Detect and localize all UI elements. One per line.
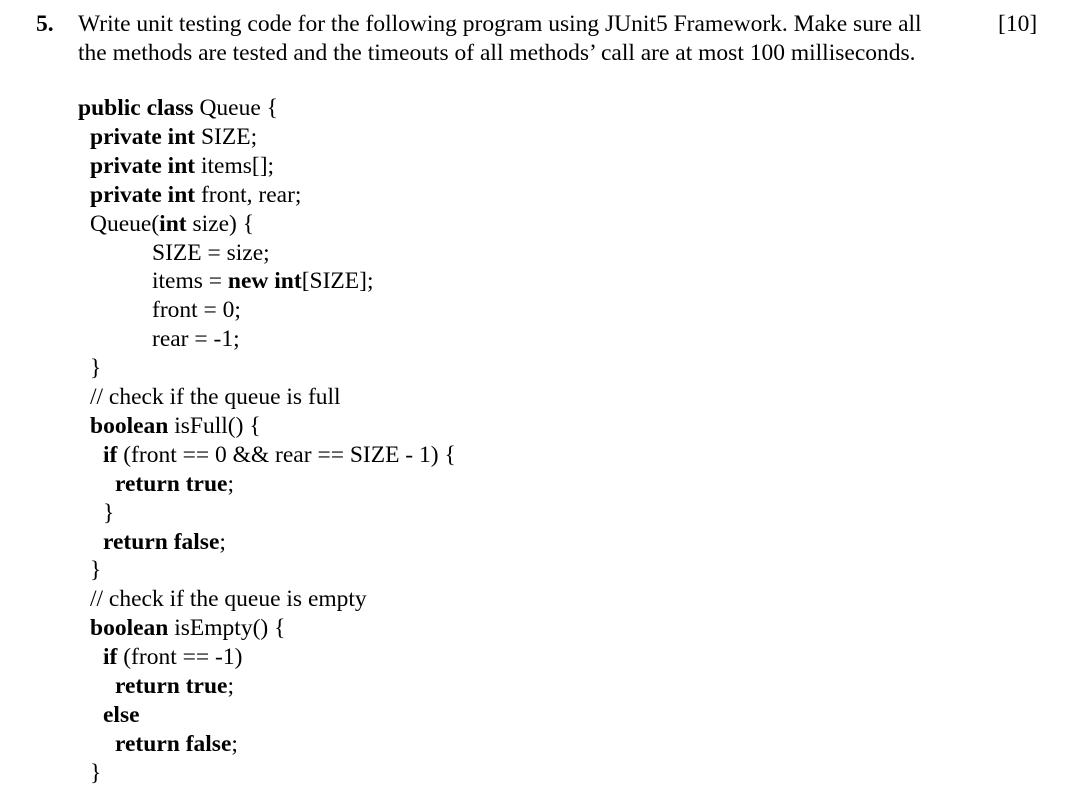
code-text: isFull() {: [168, 412, 261, 439]
code-line: front = 0;: [152, 296, 241, 325]
code-text: Queue {: [193, 95, 278, 121]
code-text: front, rear;: [195, 181, 302, 208]
code-keyword: if: [103, 441, 118, 468]
code-text: ;: [231, 730, 238, 757]
code-line: // check if the queue is empty: [90, 585, 367, 614]
code-text: }: [90, 759, 102, 786]
code-keyword: if: [103, 644, 118, 671]
code-text: SIZE = size;: [152, 239, 270, 266]
code-line: items = new int[SIZE];: [152, 267, 374, 296]
code-line: }: [90, 556, 101, 585]
code-text: }: [90, 355, 102, 382]
code-line: private int items[];: [90, 152, 274, 181]
code-line: Queue(int size) {: [90, 210, 254, 239]
code-line: if (front == -1): [103, 643, 242, 672]
code-keyword: public class: [78, 95, 194, 121]
code-line: return false;: [103, 528, 226, 557]
code-line: }: [90, 354, 101, 383]
code-line: }: [103, 499, 114, 528]
code-keyword: int: [159, 210, 187, 237]
code-text: items =: [152, 268, 228, 295]
code-text: Queue(: [90, 210, 160, 237]
code-line: private int front, rear;: [90, 181, 301, 210]
code-keyword: new int: [227, 268, 302, 295]
code-line: }: [90, 759, 101, 788]
question-marks: [10]: [998, 11, 1038, 37]
code-line: else: [103, 701, 140, 730]
code-text: ;: [227, 673, 234, 699]
code-keyword: boolean: [90, 412, 169, 439]
code-keyword: return true: [115, 673, 228, 699]
code-line: boolean isFull() {: [90, 412, 261, 441]
code-text: items[];: [195, 152, 275, 179]
code-text: // check if the queue is full: [90, 384, 341, 410]
question-line: Write unit testing code for the followin…: [78, 11, 922, 37]
code-text: }: [90, 557, 102, 584]
code-keyword: boolean: [90, 615, 169, 642]
code-keyword: return true: [115, 470, 228, 497]
code-text: SIZE;: [195, 123, 258, 150]
code-keyword: else: [103, 701, 140, 728]
code-keyword: private int: [90, 123, 196, 150]
question-line: the methods are tested and the timeouts …: [78, 40, 916, 66]
code-line: return false;: [115, 730, 238, 759]
code-text: [SIZE];: [301, 268, 374, 295]
code-line: private int SIZE;: [90, 123, 257, 152]
question-number: 5.: [36, 11, 54, 37]
code-text: ;: [227, 470, 234, 497]
code-text: isEmpty() {: [168, 615, 286, 642]
code-text: size) {: [186, 210, 254, 237]
code-line: rear = -1;: [152, 325, 240, 354]
code-keyword: private int: [90, 181, 196, 208]
code-text: front = 0;: [152, 297, 241, 324]
code-text: }: [103, 499, 115, 526]
code-text: ;: [219, 528, 226, 555]
code-line: boolean isEmpty() {: [90, 614, 285, 643]
code-line: SIZE = size;: [152, 239, 270, 268]
code-line: if (front == 0 && rear == SIZE - 1) {: [103, 441, 456, 470]
code-text: (front == 0 && rear == SIZE - 1) {: [117, 441, 456, 468]
code-line: return true;: [115, 672, 234, 701]
code-text: // check if the queue is empty: [90, 586, 367, 613]
code-line: return true;: [115, 470, 234, 499]
question-text: Write unit testing code for the followin…: [78, 10, 978, 68]
code-text: rear = -1;: [152, 326, 240, 353]
code-line: public class Queue {: [78, 94, 278, 123]
code-keyword: return false: [103, 528, 220, 555]
code-keyword: private int: [90, 152, 196, 179]
code-keyword: return false: [115, 730, 232, 757]
code-line: // check if the queue is full: [90, 383, 341, 412]
code-text: (front == -1): [117, 644, 243, 671]
